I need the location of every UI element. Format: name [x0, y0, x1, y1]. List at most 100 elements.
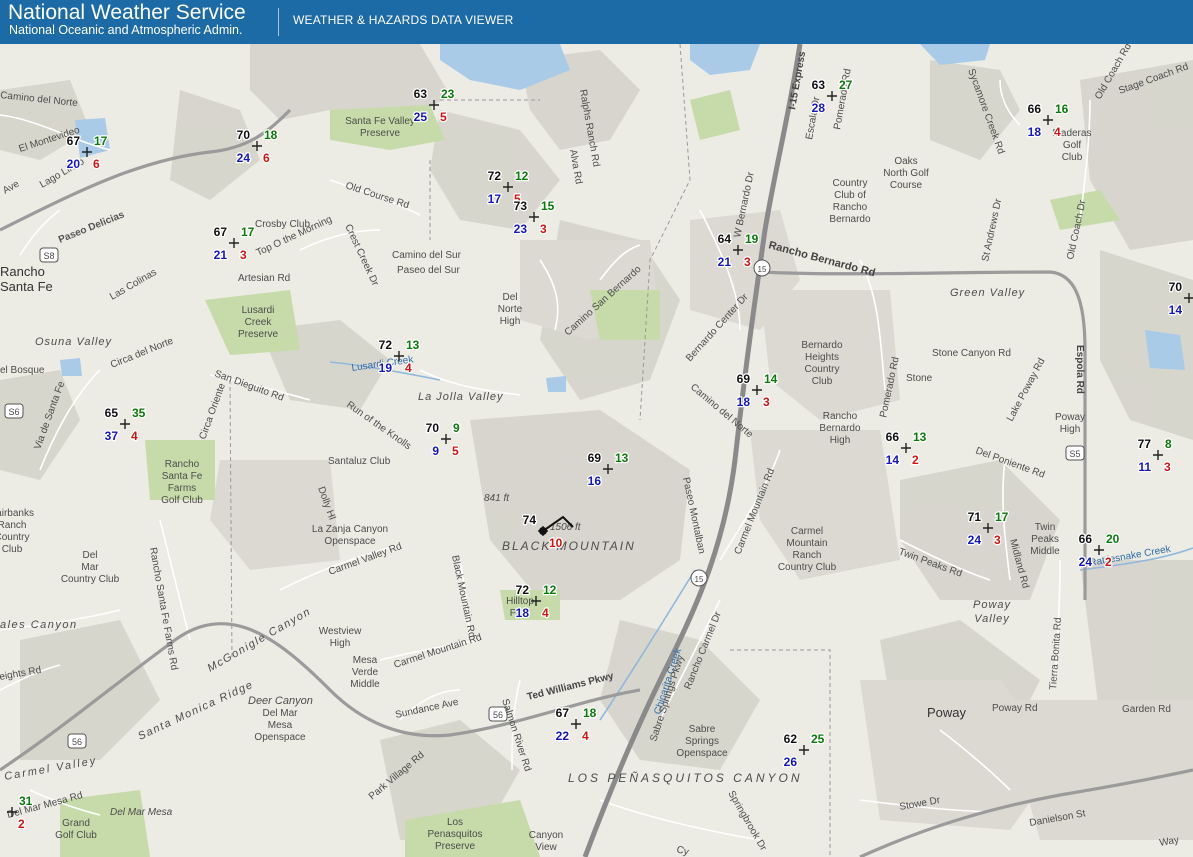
station-temperature: 72: [488, 169, 502, 183]
station-temperature: 66: [886, 430, 900, 444]
route-shield-i15-north: 15: [753, 259, 771, 277]
app-header: National Weather Service National Oceani…: [0, 0, 1193, 44]
station-temperature: 74: [523, 513, 537, 527]
station-wind-speed: 16: [588, 474, 602, 488]
station-temperature: 69: [737, 372, 751, 386]
station-wind-speed: 25: [414, 110, 428, 124]
station-dewpoint: 18: [264, 128, 278, 142]
area-deer-canyon: Deer Canyon: [248, 695, 313, 707]
basemap[interactable]: S8 S6 S5 15 15 56 56 Rancho Santa Fe Cami…: [0, 44, 1193, 857]
station-temperature: 67: [556, 706, 570, 720]
station-temperature: 69: [588, 451, 602, 465]
station-wind-speed: 21: [718, 255, 732, 269]
svg-text:56: 56: [493, 710, 503, 720]
station-temperature: 67: [67, 134, 81, 148]
area-los-penasquitos-canyon: LOS PEÑASQUITOS CANYON: [568, 771, 803, 785]
station-dewpoint: 17: [94, 134, 108, 148]
station-dot-icon[interactable]: [539, 527, 547, 535]
station-temperature: 63: [414, 87, 428, 101]
route-shield-56-west: 56: [67, 733, 87, 749]
station-dewpoint: 12: [543, 583, 557, 597]
svg-text:S5: S5: [1069, 449, 1080, 459]
station-wind-speed: 24: [1079, 555, 1093, 569]
station-wind-speed: 24: [968, 533, 982, 547]
area-del-mar-mesa: Del Mar Mesa: [110, 807, 173, 818]
route-shield-s5: S5: [1065, 445, 1085, 461]
station-dewpoint: 12: [515, 169, 529, 183]
station-temperature: 72: [379, 338, 393, 352]
road-camino-del-sur: Camino del Sur: [392, 250, 462, 261]
station-wind-speed: 14: [1169, 303, 1183, 317]
station-wind-speed: 26: [784, 755, 798, 769]
svg-text:15: 15: [758, 265, 767, 274]
route-shield-i15-south: 15: [690, 569, 708, 587]
station-wind-gust: 3: [540, 222, 547, 236]
station-wind-speed: 37: [105, 429, 119, 443]
svg-text:15: 15: [695, 575, 704, 584]
station-wind-speed: 18: [516, 606, 530, 620]
station-wind-speed: 20: [67, 157, 81, 171]
road-el-bosque: el Bosque: [0, 365, 45, 376]
station-temperature: 70: [426, 421, 440, 435]
station-temperature: 65: [105, 406, 119, 420]
station-wind-speed: 9: [432, 444, 439, 458]
station-dewpoint: 13: [406, 338, 420, 352]
route-shield-s6: S6: [4, 403, 24, 419]
station-wind-gust: 4: [582, 729, 589, 743]
station-dewpoint: 19: [745, 232, 759, 246]
station-wind-speed: 28: [812, 101, 826, 115]
station-dewpoint: 27: [839, 78, 853, 92]
road-poway-rd: Poway Rd: [992, 703, 1038, 714]
station-dewpoint: 23: [441, 87, 455, 101]
station-wind-gust: 5: [452, 444, 459, 458]
station-dewpoint: 20: [1106, 532, 1120, 546]
station-temperature: 64: [718, 232, 732, 246]
station-wind-speed: 21: [214, 248, 228, 262]
station-wind-speed: 24: [237, 151, 251, 165]
station-wind-gust: 5: [440, 110, 447, 124]
station-wind-gust: 3: [744, 255, 751, 269]
header-divider: [278, 8, 279, 36]
station-wind-speed: 14: [886, 453, 900, 467]
station-dewpoint: 13: [913, 430, 927, 444]
station-temperature: 71: [968, 510, 982, 524]
road-espola-rd: Espola Rd: [1074, 345, 1085, 394]
area-green-valley: Green Valley: [950, 287, 1026, 299]
station-temperature: 67: [214, 225, 228, 239]
station-temperature: 72: [516, 583, 530, 597]
agency-title[interactable]: National Weather Service: [8, 1, 246, 24]
station-wind-gust: 10: [549, 536, 563, 550]
svg-text:56: 56: [72, 737, 82, 747]
station-wind-speed: 19: [379, 361, 393, 375]
agency-subtitle: National Oceanic and Atmospheric Admin.: [9, 23, 243, 37]
station-wind-gust: 4: [131, 429, 138, 443]
station-temperature: 62: [784, 732, 798, 746]
route-shield-s8: S8: [39, 247, 59, 263]
road-paseo-del-sur: Paseo del Sur: [397, 265, 460, 276]
station-wind-gust: 4: [542, 606, 549, 620]
road-garden-rd: Garden Rd: [1122, 704, 1171, 715]
elevation-841: 841 ft: [484, 493, 510, 504]
station-wind-speed: 22: [556, 729, 570, 743]
station-wind-gust: 3: [240, 248, 247, 262]
svg-text:S6: S6: [8, 407, 19, 417]
station-wind-gust: 4: [405, 361, 412, 375]
station-wind-gust: 2: [912, 453, 919, 467]
station-temperature: 73: [514, 199, 528, 213]
station-dewpoint: 15: [541, 199, 555, 213]
peak-black-mountain: BLACK MOUNTAIN: [502, 539, 636, 553]
road-cypress: Cy: [675, 844, 690, 857]
viewer-title: WEATHER & HAZARDS DATA VIEWER: [293, 13, 514, 27]
area-canyon-west: ales Canyon: [0, 619, 78, 631]
station-dewpoint: 17: [995, 510, 1009, 524]
station-dewpoint: 31: [19, 794, 33, 808]
station-wind-gust: 6: [93, 157, 100, 171]
station-temperature: 77: [1138, 437, 1152, 451]
station-wind-speed: 18: [1028, 125, 1042, 139]
place-poway: Poway: [927, 705, 967, 720]
station-dewpoint: 14: [764, 372, 778, 386]
place-country-club-rb: Country Club of Rancho Bernardo: [829, 178, 871, 225]
station-temperature: 66: [1079, 532, 1093, 546]
station-dewpoint: 16: [1055, 102, 1069, 116]
area-osuna-valley: Osuna Valley: [35, 336, 113, 348]
